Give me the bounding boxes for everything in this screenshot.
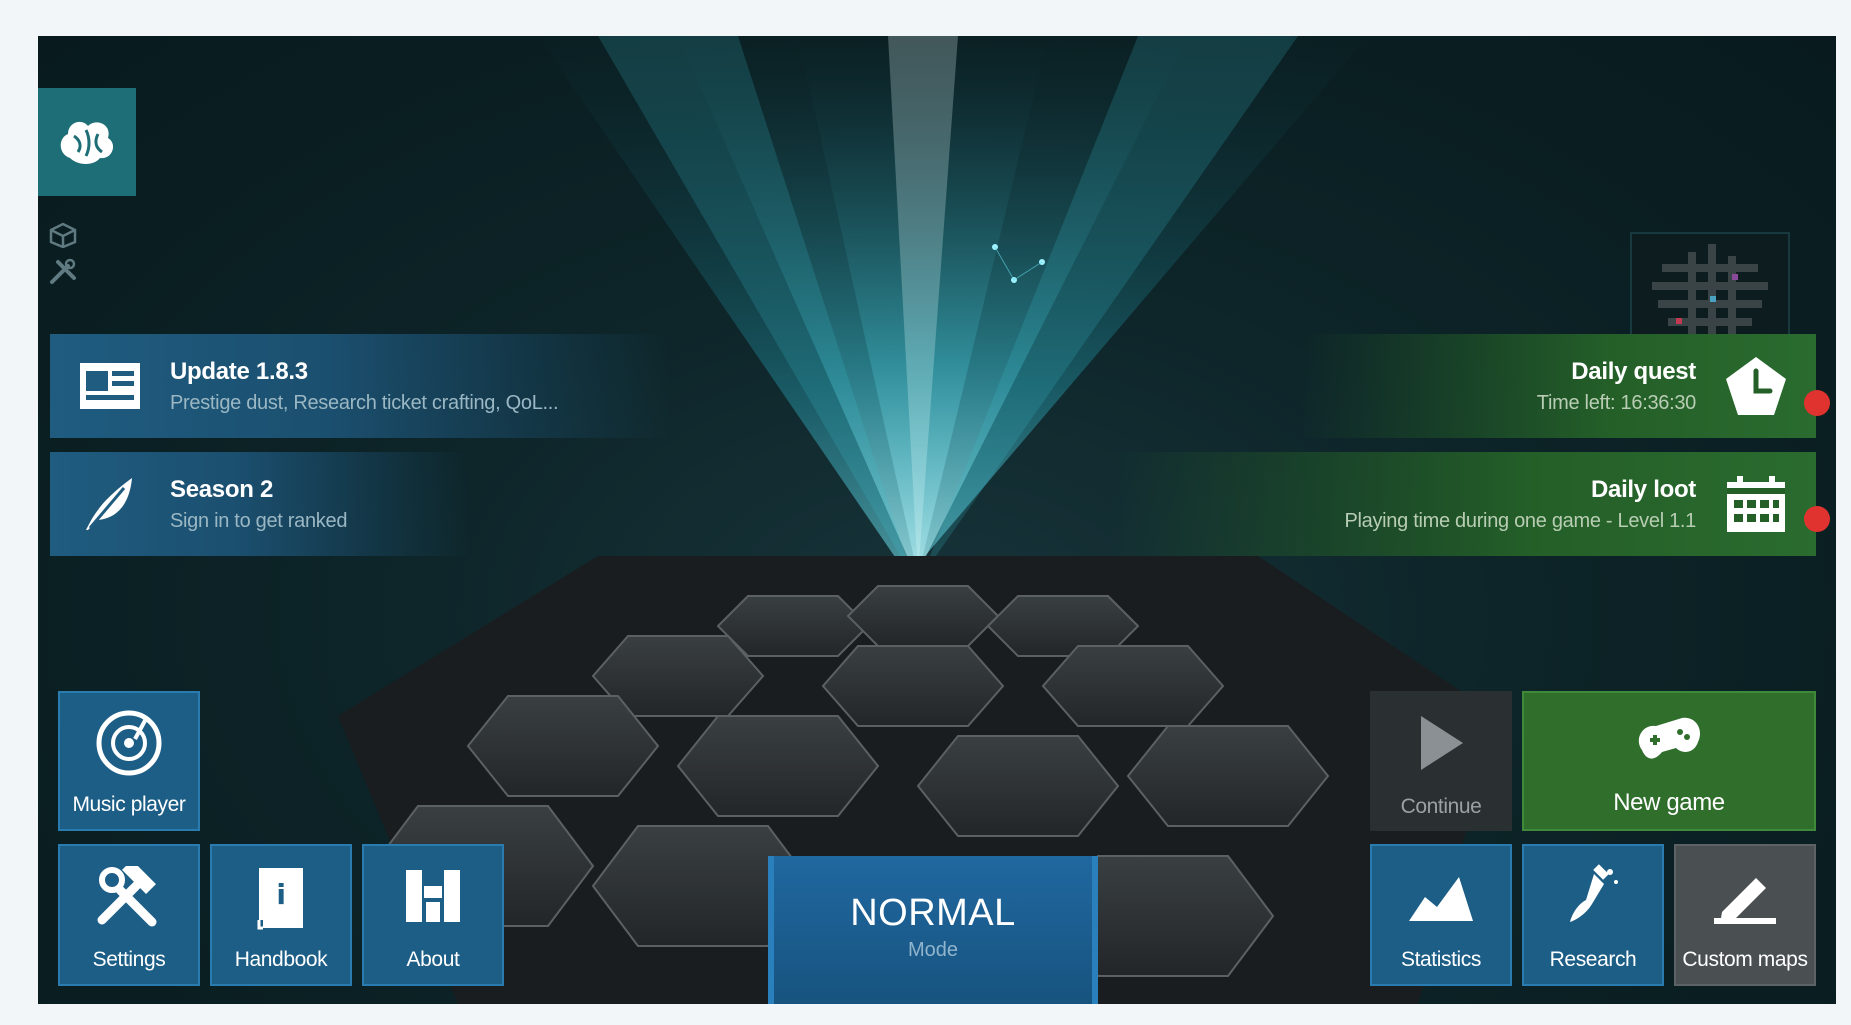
handbook-icon: i	[253, 846, 309, 948]
daily-loot-subtitle: Playing time during one game - Level 1.1	[1344, 509, 1696, 532]
mountain-chart-icon	[1407, 846, 1475, 948]
about-label: About	[406, 948, 460, 971]
season-panel[interactable]: Season 2 Sign in to get ranked	[50, 452, 470, 556]
research-label: Research	[1549, 948, 1637, 971]
about-logo-icon	[402, 846, 464, 948]
feather-icon	[50, 452, 170, 556]
custom-maps-label: Custom maps	[1682, 948, 1808, 971]
mode-subtitle: Mode	[907, 939, 959, 961]
tools-icon[interactable]	[48, 258, 78, 286]
research-button[interactable]: Research	[1522, 844, 1664, 986]
mode-selector[interactable]: NORMAL Mode	[768, 856, 1098, 1004]
daily-loot-panel[interactable]: Daily loot Playing time during one game …	[1110, 452, 1816, 556]
clock-pentagon-icon	[1696, 334, 1816, 438]
music-player-label: Music player	[72, 793, 186, 816]
settings-label: Settings	[92, 948, 166, 971]
news-update-panel[interactable]: Update 1.8.3 Prestige dust, Research tic…	[50, 334, 670, 438]
game-logo[interactable]	[38, 88, 136, 196]
inventory-icon[interactable]	[48, 222, 78, 249]
daily-quest-timer: Time left: 16:36:30	[1536, 391, 1697, 414]
game-main-menu: Update 1.8.3 Prestige dust, Research tic…	[38, 36, 1836, 1004]
daily-quest-panel[interactable]: Daily quest Time left: 16:36:30	[1300, 334, 1816, 438]
vinyl-record-icon	[95, 693, 163, 793]
hammer-wrench-icon	[94, 846, 164, 948]
brain-icon	[60, 121, 114, 164]
gamepad-icon	[1632, 693, 1706, 789]
statistics-label: Statistics	[1400, 948, 1482, 971]
statistics-button[interactable]: Statistics	[1370, 844, 1512, 986]
handbook-label: Handbook	[234, 948, 328, 971]
news-subtitle: Prestige dust, Research ticket crafting,…	[170, 391, 559, 414]
about-button[interactable]: About	[362, 844, 504, 986]
newspaper-icon	[50, 334, 170, 438]
calendar-icon	[1696, 452, 1816, 556]
mode-title: NORMAL	[850, 892, 1016, 934]
daily-quest-badge	[1804, 390, 1830, 416]
custom-maps-button[interactable]: Custom maps	[1674, 844, 1816, 986]
new-game-label: New game	[1613, 789, 1725, 816]
handbook-button[interactable]: i Handbook	[210, 844, 352, 986]
new-game-button[interactable]: New game	[1522, 691, 1816, 831]
continue-button[interactable]: Continue	[1370, 691, 1512, 831]
season-title: Season 2	[170, 475, 273, 503]
daily-loot-title: Daily loot	[1590, 475, 1696, 503]
flask-icon	[1564, 846, 1622, 948]
pencil-icon	[1712, 846, 1778, 948]
season-subtitle: Sign in to get ranked	[170, 509, 348, 532]
settings-button[interactable]: Settings	[58, 844, 200, 986]
news-title: Update 1.8.3	[170, 357, 308, 385]
daily-quest-title: Daily quest	[1571, 357, 1696, 385]
svg-text:i: i	[276, 878, 285, 911]
daily-loot-badge	[1804, 506, 1830, 532]
continue-label: Continue	[1400, 795, 1482, 818]
music-player-button[interactable]: Music player	[58, 691, 200, 831]
play-icon	[1417, 691, 1465, 795]
